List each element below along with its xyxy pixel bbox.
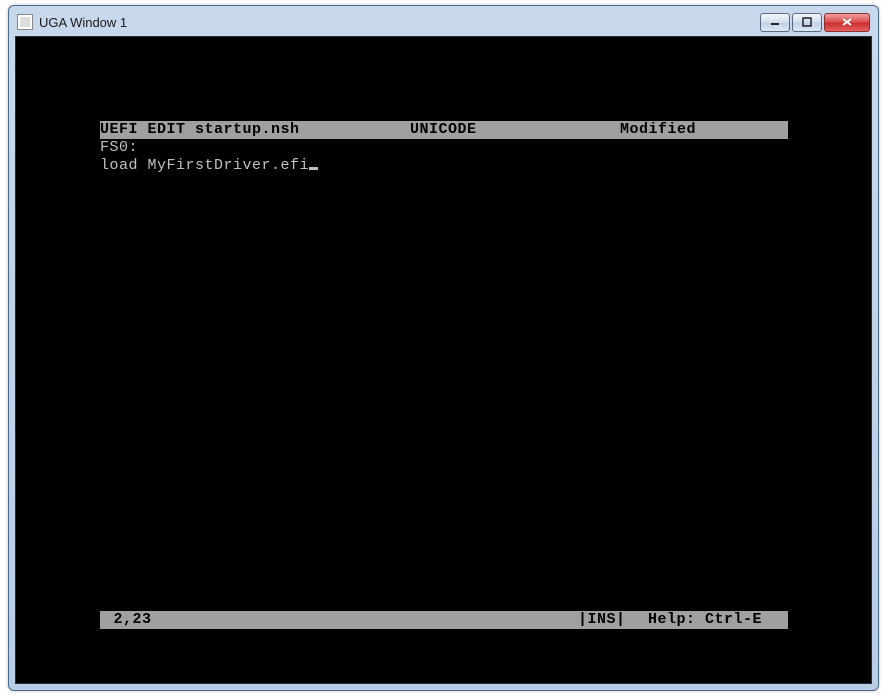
window-frame: UGA Window 1 UEFI EDIT startup.nsh UNICO… bbox=[8, 5, 879, 691]
editor-line[interactable]: load MyFirstDriver.efi bbox=[100, 157, 788, 175]
window-title: UGA Window 1 bbox=[39, 15, 760, 30]
editor-line[interactable]: FS0: bbox=[100, 139, 788, 157]
minimize-icon bbox=[770, 17, 780, 27]
minimize-button[interactable] bbox=[760, 13, 790, 32]
maximize-icon bbox=[802, 17, 812, 27]
editor-header-file: UEFI EDIT startup.nsh bbox=[100, 121, 410, 139]
editor-mode: |INS| bbox=[578, 611, 648, 629]
editor-header-status: Modified bbox=[620, 121, 788, 139]
app-icon bbox=[17, 14, 33, 30]
close-icon bbox=[841, 17, 853, 27]
titlebar[interactable]: UGA Window 1 bbox=[15, 12, 872, 36]
maximize-button[interactable] bbox=[792, 13, 822, 32]
editor-header: UEFI EDIT startup.nsh UNICODE Modified bbox=[100, 121, 788, 139]
editor-viewport: UEFI EDIT startup.nsh UNICODE Modified F… bbox=[100, 121, 788, 175]
editor-footer: 2,23 |INS| Help: Ctrl-E bbox=[100, 611, 788, 629]
cursor-position: 2,23 bbox=[100, 611, 578, 629]
close-button[interactable] bbox=[824, 13, 870, 32]
window-controls bbox=[760, 13, 870, 32]
text-cursor bbox=[309, 167, 318, 170]
editor-line-text: load MyFirstDriver.efi bbox=[100, 157, 309, 174]
editor-help-hint: Help: Ctrl-E bbox=[648, 611, 788, 629]
terminal-client-area[interactable]: UEFI EDIT startup.nsh UNICODE Modified F… bbox=[15, 36, 872, 684]
editor-header-encoding: UNICODE bbox=[410, 121, 620, 139]
